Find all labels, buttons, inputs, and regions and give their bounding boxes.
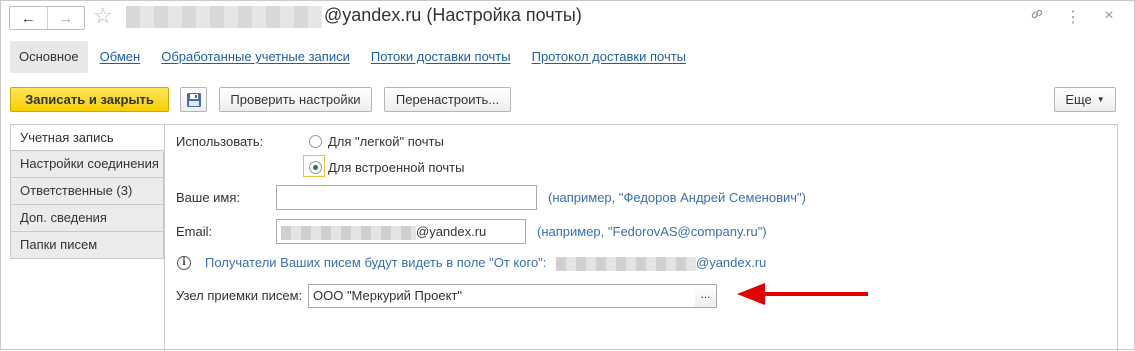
name-hint: (например, "Федоров Андрей Семенович") [548, 190, 806, 205]
more-vertical-icon[interactable]: ⋮ [1065, 7, 1081, 27]
sender-info-domain: @yandex.ru [696, 255, 767, 270]
sidebar-item-account[interactable]: Учетная запись [10, 124, 164, 151]
sidebar-item-additional-info[interactable]: Доп. сведения [10, 205, 164, 232]
link-icon[interactable] [1029, 7, 1045, 27]
tab-delivery-streams[interactable]: Потоки доставки почты [362, 41, 520, 73]
check-settings-button[interactable]: Проверить настройки [219, 87, 372, 112]
tab-main[interactable]: Основное [10, 41, 88, 73]
reconfigure-button[interactable]: Перенастроить... [384, 87, 511, 112]
more-label: Еще [1065, 92, 1092, 107]
caret-down-icon: ▼ [1096, 95, 1105, 104]
page-title: @yandex.ru (Настройка почты) [324, 5, 582, 25]
use-label: Использовать: [176, 134, 264, 149]
floppy-disk-icon [186, 92, 201, 107]
red-arrow-annotation [737, 283, 868, 305]
radio-builtin-mail[interactable] [309, 161, 322, 174]
radio-light-mail[interactable] [309, 135, 322, 148]
arrow-left-icon[interactable]: ← [10, 7, 47, 29]
name-field[interactable] [276, 185, 537, 210]
sidebar-item-mail-folders[interactable]: Папки писем [10, 232, 164, 259]
node-field[interactable]: ООО "Меркурий Проект" [308, 284, 696, 308]
redacted-email-local [281, 225, 416, 240]
arrow-right-icon[interactable]: → [46, 7, 85, 29]
save-button[interactable] [180, 87, 207, 112]
redacted-sender-local [556, 256, 696, 271]
history-nav: ← → [9, 6, 85, 30]
sidebar: Учетная запись Настройки соединения Отве… [10, 124, 164, 259]
radio-light-mail-label: Для "легкой" почты [328, 134, 444, 149]
redacted-email-prefix [126, 6, 322, 28]
star-icon[interactable]: ☆ [93, 3, 113, 29]
title-actions: ⋮ × [1029, 7, 1117, 27]
save-and-close-button[interactable]: Записать и закрыть [10, 87, 169, 112]
form-nav-tabs: Основное Обмен Обработанные учетные запи… [10, 41, 698, 73]
email-label: Email: [176, 224, 213, 239]
tab-processed-accounts[interactable]: Обработанные учетные записи [152, 41, 359, 73]
node-select-button[interactable]: ... [695, 284, 717, 308]
sender-info-email: @yandex.ru [556, 255, 766, 271]
radio-builtin-mail-label: Для встроенной почты [328, 160, 465, 175]
email-domain: @yandex.ru [416, 224, 487, 239]
sender-info-text: Получатели Ваших писем будут видеть в по… [205, 255, 547, 270]
info-icon: i [177, 256, 191, 270]
close-icon[interactable]: × [1101, 7, 1117, 27]
sidebar-item-responsibles[interactable]: Ответственные (3) [10, 178, 164, 205]
tab-delivery-log[interactable]: Протокол доставки почты [523, 41, 695, 73]
name-label: Ваше имя: [176, 190, 241, 205]
email-field[interactable]: @yandex.ru [276, 219, 526, 244]
sidebar-item-connection-settings[interactable]: Настройки соединения [10, 151, 164, 178]
more-button[interactable]: Еще ▼ [1054, 87, 1116, 112]
email-hint: (например, "FedorovAS@company.ru") [537, 224, 767, 239]
node-label: Узел приемки писем: [176, 288, 303, 303]
tab-exchange[interactable]: Обмен [91, 41, 150, 73]
